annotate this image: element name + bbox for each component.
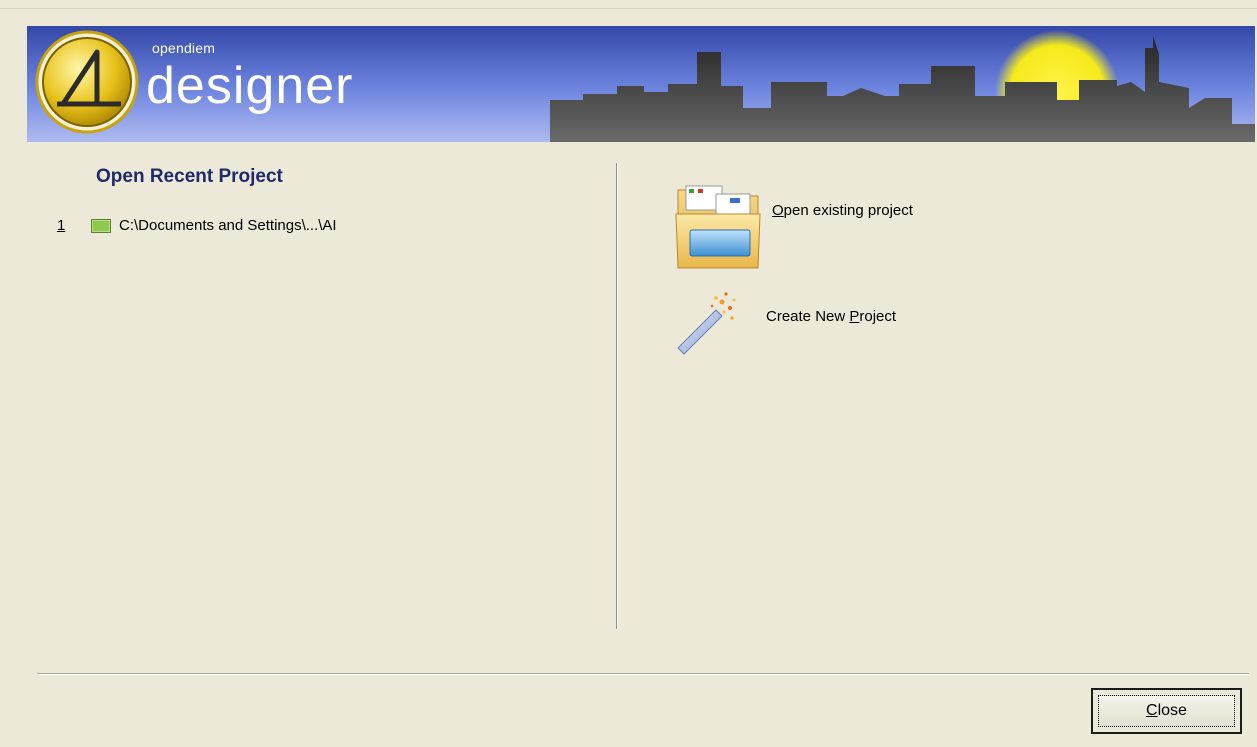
open-existing-text: pen existing project [783, 202, 913, 219]
create-new-accel: P [849, 308, 860, 325]
close-button-focus: Close [1098, 695, 1235, 727]
create-new-text-rest: roject [859, 308, 897, 325]
recent-project-item[interactable]: 1 C:\Documents and Settings\...\AI [57, 217, 337, 234]
close-accel: C [1146, 702, 1158, 719]
brand-title: designer [146, 57, 354, 115]
open-existing-label: Open existing project [772, 202, 913, 219]
folder-icon [675, 185, 761, 269]
recent-item-index: 1 [57, 217, 66, 234]
window-top-edge [0, 0, 1257, 9]
logo-icon [35, 30, 139, 134]
recent-projects-panel: Open Recent Project 1 C:\Documents and S… [30, 160, 610, 630]
close-text: lose [1157, 702, 1187, 719]
recent-projects-heading: Open Recent Project [96, 166, 283, 187]
footer-divider [37, 673, 1249, 675]
create-new-text-prefix: Create New [766, 308, 850, 325]
open-existing-accel: O [772, 202, 784, 219]
panel-divider [616, 163, 618, 629]
magic-wand-icon [677, 292, 736, 355]
close-button[interactable]: Close [1091, 688, 1242, 734]
open-existing-project-button[interactable]: Open existing project [672, 180, 913, 272]
project-file-icon [91, 218, 111, 233]
recent-item-path: C:\Documents and Settings\...\AI [119, 217, 337, 234]
create-new-label: Create New Project [766, 308, 896, 325]
create-new-project-button[interactable]: Create New Project [672, 288, 896, 360]
brand-subtitle: opendiem [152, 40, 216, 56]
